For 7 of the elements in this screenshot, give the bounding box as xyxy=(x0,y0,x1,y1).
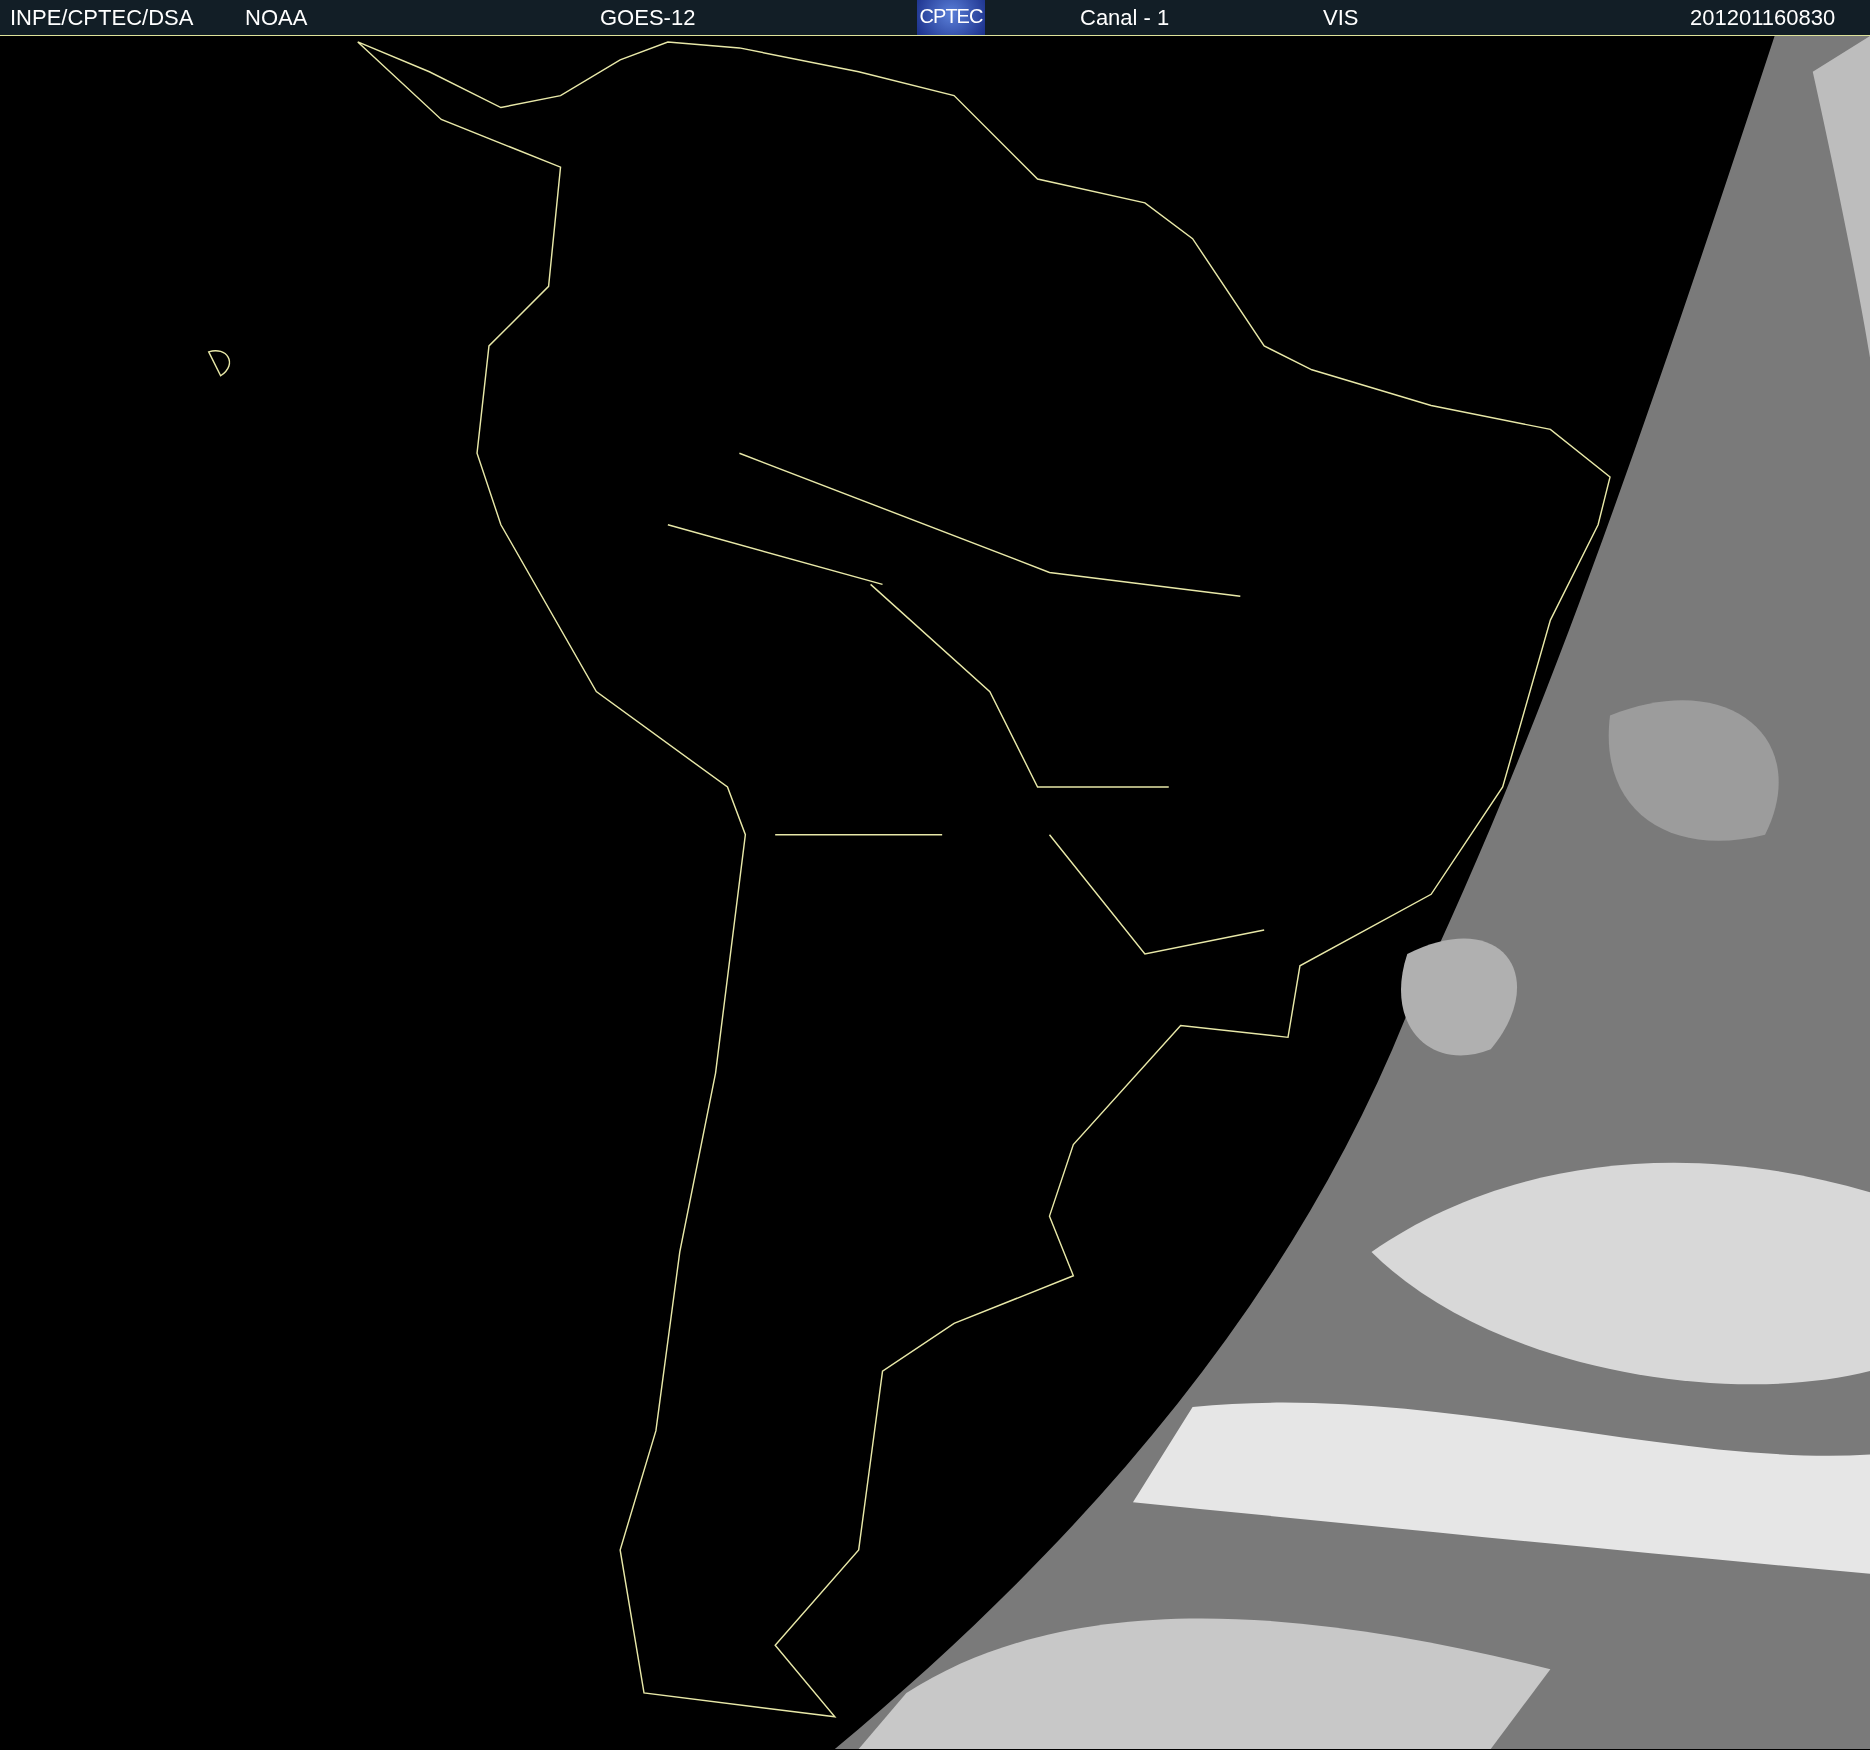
timestamp-label: 201201160830 xyxy=(1690,5,1836,31)
agency-label: NOAA xyxy=(245,5,308,31)
band-label: VIS xyxy=(1323,5,1359,31)
logo: CPTEC xyxy=(917,0,985,35)
satellite-label: GOES-12 xyxy=(600,5,696,31)
channel-label: Canal - 1 xyxy=(1080,5,1170,31)
source-label: INPE/CPTEC/DSA xyxy=(10,5,194,31)
